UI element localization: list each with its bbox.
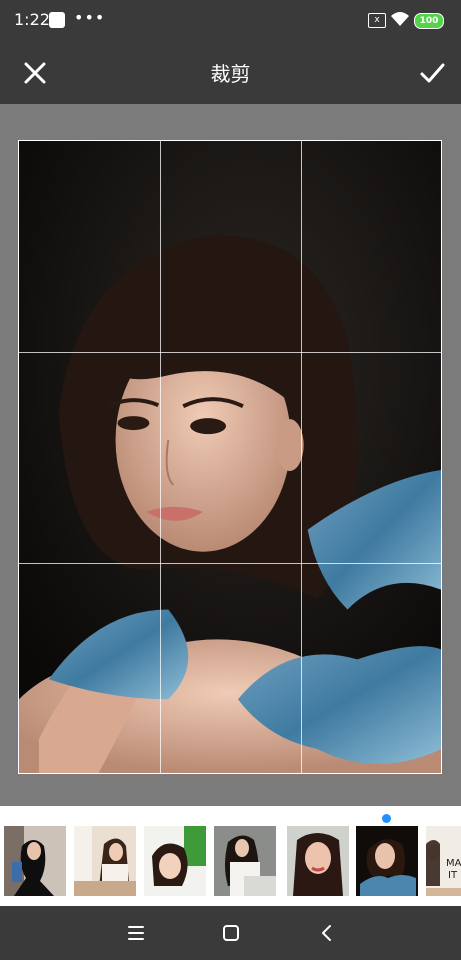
thumbnail-selected[interactable] bbox=[356, 826, 418, 896]
status-bar: 1:22 ••• x 100 bbox=[0, 0, 461, 42]
home-icon[interactable] bbox=[218, 920, 244, 946]
thumbnail[interactable] bbox=[144, 826, 206, 896]
check-icon[interactable] bbox=[417, 58, 447, 88]
back-icon[interactable] bbox=[314, 920, 340, 946]
battery-icon: 100 bbox=[414, 13, 444, 29]
sim-icon: x bbox=[368, 13, 386, 28]
system-nav-bar bbox=[0, 906, 461, 960]
thumbnail[interactable] bbox=[214, 826, 276, 896]
svg-text:IT: IT bbox=[448, 870, 458, 881]
menu-icon[interactable] bbox=[123, 920, 149, 946]
svg-text:MA: MA bbox=[446, 858, 461, 869]
selected-indicator bbox=[382, 814, 391, 823]
thumbnail[interactable]: MA IT bbox=[426, 826, 461, 896]
grid-line-v1 bbox=[160, 141, 161, 773]
grid-line-h1 bbox=[19, 352, 441, 353]
thumbnail[interactable] bbox=[287, 826, 349, 896]
grid-line-v2 bbox=[301, 141, 302, 773]
toolbar: 裁剪 bbox=[0, 42, 461, 104]
crop-photo bbox=[19, 141, 441, 773]
page-title: 裁剪 bbox=[210, 62, 251, 86]
thumbnail[interactable] bbox=[4, 826, 66, 896]
wifi-icon bbox=[391, 12, 409, 26]
crop-frame[interactable] bbox=[18, 140, 442, 774]
grid-line-h2 bbox=[19, 563, 441, 564]
crop-workspace bbox=[0, 104, 461, 806]
more-notifications-icon: ••• bbox=[74, 8, 106, 27]
notification-icon bbox=[49, 12, 65, 28]
thumbnail[interactable] bbox=[74, 826, 136, 896]
thumbnail-strip[interactable]: MA IT bbox=[0, 806, 461, 906]
status-time: 1:22 bbox=[14, 10, 50, 29]
